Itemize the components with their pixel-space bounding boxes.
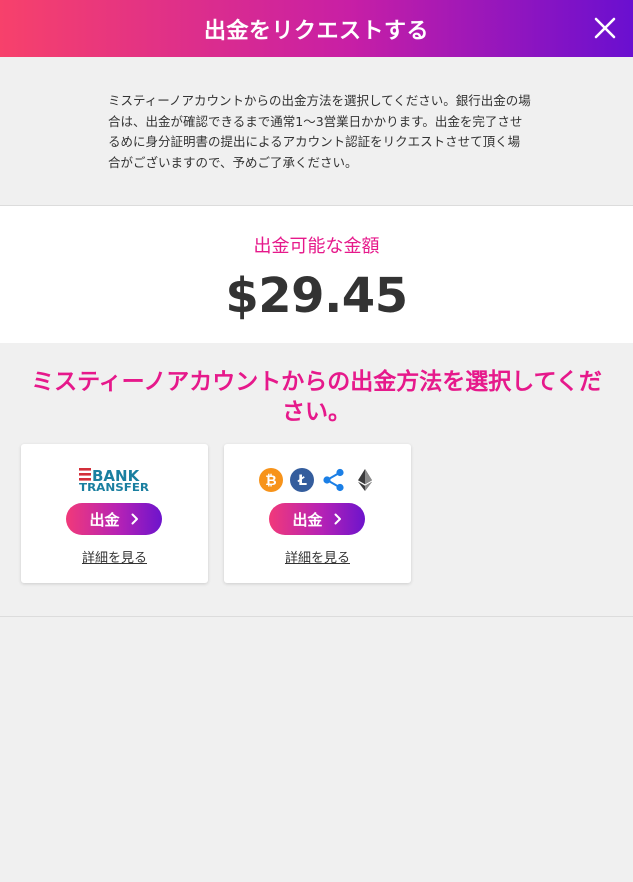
bank-transfer-card: BANK TRANSFER 出金 詳細を見る xyxy=(21,444,208,583)
bank-details-link[interactable]: 詳細を見る xyxy=(21,547,208,566)
bitcoin-icon: ₿ xyxy=(259,468,283,492)
bank-withdraw-label: 出金 xyxy=(89,510,120,529)
bank-logo-line2: TRANSFER xyxy=(79,482,149,492)
close-icon[interactable] xyxy=(591,14,619,42)
crypto-logos: ₿ Ł xyxy=(259,468,377,492)
chevron-right-icon xyxy=(131,513,138,525)
methods-section: ミスティーノアカウントからの出金方法を選択してください。 BANK TRANSF… xyxy=(0,343,633,617)
methods-heading: ミスティーノアカウントからの出金方法を選択してください。 xyxy=(31,369,602,425)
ethereum-icon xyxy=(357,469,372,491)
svg-text:₿: ₿ xyxy=(265,473,276,489)
balance-section: 出金可能な金額 $29.45 xyxy=(0,206,633,343)
bank-withdraw-button[interactable]: 出金 xyxy=(66,503,162,535)
intro-section: ミスティーノアカウントからの出金方法を選択してください。銀行出金の場合は、出金が… xyxy=(0,57,633,206)
crypto-details-link[interactable]: 詳細を見る xyxy=(224,547,411,566)
svg-text:Ł: Ł xyxy=(297,473,307,489)
modal-title: 出金をリクエストする xyxy=(203,18,429,44)
litecoin-icon: Ł xyxy=(290,468,315,492)
bank-transfer-logo: BANK TRANSFER xyxy=(79,467,149,492)
chevron-right-icon xyxy=(334,513,341,525)
balance-amount: $29.45 xyxy=(225,268,408,324)
crypto-withdraw-label: 出金 xyxy=(292,510,323,529)
crypto-card: ₿ Ł 出金 詳細を見る xyxy=(224,444,411,583)
modal-header: 出金をリクエストする xyxy=(0,0,633,57)
crypto-withdraw-button[interactable]: 出金 xyxy=(269,503,365,535)
ripple-icon xyxy=(323,468,344,492)
intro-text: ミスティーノアカウントからの出金方法を選択してください。銀行出金の場合は、出金が… xyxy=(108,93,531,170)
balance-label: 出金可能な金額 xyxy=(253,236,380,257)
